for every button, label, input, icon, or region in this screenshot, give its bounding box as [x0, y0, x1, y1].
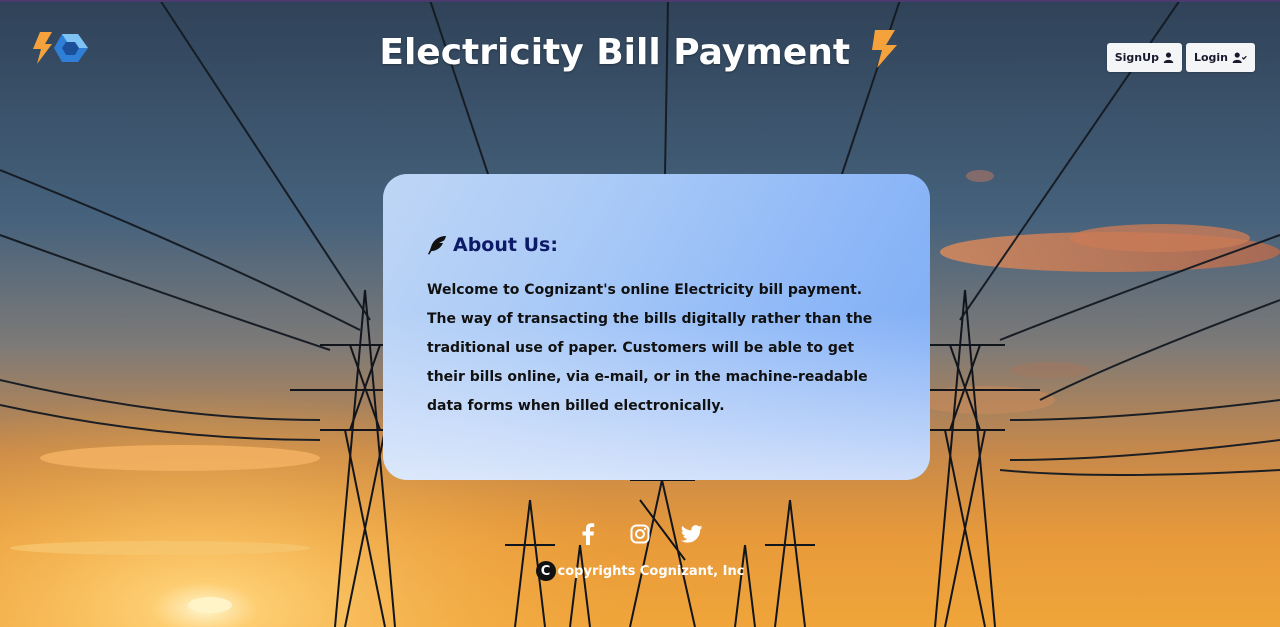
facebook-icon[interactable]: [576, 522, 600, 546]
auth-buttons: SignUp Login: [1106, 43, 1255, 72]
about-text: Welcome to Cognizant's online Electricit…: [427, 282, 873, 414]
copyright-icon: C: [535, 561, 556, 581]
login-label: Login: [1193, 51, 1228, 64]
about-heading: About Us:: [427, 234, 558, 256]
top-border: [0, 0, 1280, 2]
twitter-icon[interactable]: [680, 522, 704, 546]
signup-label: SignUp: [1114, 51, 1159, 64]
signup-button[interactable]: SignUp: [1106, 43, 1182, 72]
copyright-text: copyrights Cognizant, Inc: [557, 563, 745, 579]
about-title: About Us:: [453, 234, 558, 256]
login-button[interactable]: Login: [1185, 43, 1255, 72]
user-icon: [1163, 52, 1174, 63]
about-card: About Us: Welcome to Cognizant's online …: [383, 174, 930, 480]
bolt-icon: [869, 28, 901, 79]
copyright: C copyrights Cognizant, Inc: [0, 561, 1280, 581]
user-check-icon: [1232, 52, 1247, 63]
instagram-icon[interactable]: [628, 522, 652, 546]
social-links: [0, 522, 1280, 546]
page-title-text: Electricity Bill Payment: [379, 32, 851, 73]
feather-icon: [428, 236, 446, 255]
page-title: Electricity Bill Payment: [0, 28, 1280, 79]
